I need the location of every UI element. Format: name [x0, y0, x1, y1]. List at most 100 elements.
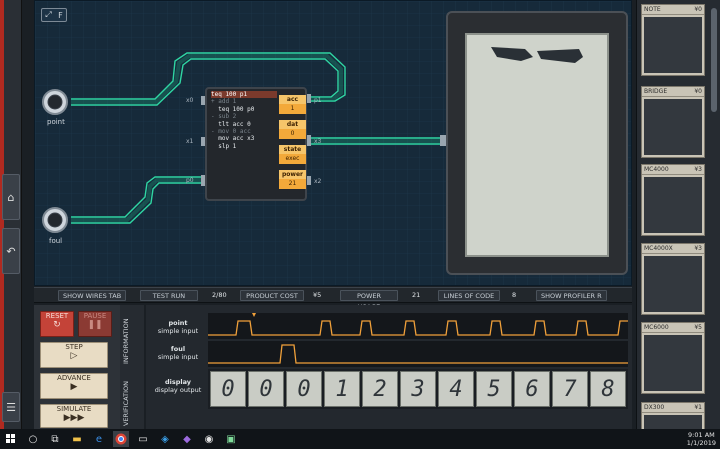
signal-name-point: point	[168, 319, 188, 327]
part-cost: ¥0	[694, 88, 702, 95]
signal-label-point: point simple input	[150, 319, 206, 335]
part-name: MC4000X	[644, 245, 673, 252]
lines-of-code-value: 8	[512, 291, 517, 299]
file-explorer-icon[interactable]: ▬	[69, 431, 85, 447]
code-line[interactable]: slp 1	[211, 143, 277, 150]
step-button[interactable]: STEP ▷	[40, 342, 108, 368]
part-header: MC4000X ¥3	[642, 244, 704, 254]
part-cost: ¥0	[694, 6, 702, 13]
signal-name-display: display	[164, 378, 192, 386]
waveform-foul	[208, 341, 628, 367]
display-frame: 0	[210, 371, 246, 407]
display-digit: 8	[601, 376, 615, 402]
tab-information[interactable]: INFORMATION	[122, 311, 142, 371]
part-card-mc4000x[interactable]: MC4000X ¥3	[641, 243, 705, 315]
pause-button[interactable]: PAUSE ❚❚	[78, 311, 112, 337]
code-line[interactable]: teq 100 p1	[211, 91, 277, 99]
display-frame: 7	[552, 371, 588, 407]
tab-verification[interactable]: VERIFICATION	[122, 379, 142, 429]
vscode-icon[interactable]: ◈	[157, 431, 173, 447]
undo-button[interactable]: ↶	[2, 228, 20, 274]
simulate-button[interactable]: SIMULATE ▶▶▶	[40, 404, 108, 428]
show-profiler-button[interactable]: SHOW PROFILER R	[536, 290, 607, 301]
signal-type-point: simple input	[157, 327, 199, 335]
product-cost-value: ¥5	[313, 291, 322, 299]
power-usage-label: POWER USAGE	[340, 290, 398, 311]
step-label: STEP	[65, 343, 83, 351]
product-cost-text: PRODUCT COST	[246, 292, 298, 300]
display-digit: 4	[449, 376, 463, 402]
waveform-point-svg	[208, 313, 628, 336]
part-header: NOTE ¥0	[642, 5, 704, 15]
chrome-icon[interactable]	[113, 431, 129, 447]
part-name: BRIDGE	[644, 88, 668, 95]
part-preview	[644, 256, 702, 312]
game-app-icon[interactable]: ▣	[223, 431, 239, 447]
pin-label-p1: p1	[314, 97, 322, 104]
display-device[interactable]	[446, 11, 628, 275]
windows-start-icon[interactable]	[3, 431, 19, 447]
part-card-bridge[interactable]: BRIDGE ¥0	[641, 86, 705, 158]
code-line[interactable]: + add 1	[211, 98, 277, 105]
home-icon: ⌂	[7, 190, 15, 204]
reset-icon: ↻	[53, 320, 61, 330]
code-line[interactable]: tlt acc 0	[211, 121, 277, 128]
expand-button[interactable]: ⤢ F	[41, 8, 67, 22]
left-sidebar: ⌂ ↶ ☰	[0, 0, 22, 429]
parts-scrollbar[interactable]	[711, 8, 717, 112]
show-profiler-key: R	[597, 292, 602, 300]
show-wires-button[interactable]: SHOW WIRES TAB	[58, 290, 127, 301]
lcd-screen	[465, 33, 609, 257]
lines-of-code-label: LINES OF CODE	[438, 290, 500, 301]
circuit-board[interactable]: ⤢ F point foul x0 x1 p0 p1 x3 x2 teq 100…	[34, 0, 632, 286]
part-card-mc4000[interactable]: MC4000 ¥3	[641, 164, 705, 236]
microcontroller-chip[interactable]: teq 100 p1 + add 1 teq 100 p0- sub 2 tlt …	[205, 87, 307, 201]
taskbar: ○ ⧉ ▬ e ▭ ◈ ◆ ◉ ▣ 9:01 AM 1/1/2019	[0, 429, 720, 449]
system-clock[interactable]: 9:01 AM 1/1/2019	[687, 431, 716, 447]
display-digit: 7	[563, 376, 577, 402]
edge-icon[interactable]: e	[91, 431, 107, 447]
test-run-text: TEST RUN	[152, 292, 186, 300]
menu-button[interactable]: ☰	[2, 392, 20, 422]
home-button[interactable]: ⌂	[2, 174, 20, 220]
waveform-point-line	[208, 320, 628, 336]
register-acc-name: acc	[279, 95, 306, 104]
clock-time: 9:01 AM	[688, 431, 715, 439]
display-frame: 3	[400, 371, 436, 407]
display-digit: 3	[411, 376, 425, 402]
code-line[interactable]: - sub 2	[211, 113, 277, 120]
code-line[interactable]: teq 100 p0	[211, 106, 277, 113]
reset-label: RESET	[45, 312, 69, 320]
task-view-icon[interactable]: ⧉	[47, 431, 63, 447]
parts-panel: NOTE ¥0 BRIDGE ¥0 MC4000 ¥3 MC4000X ¥3 MC6000 ¥5 D…	[636, 0, 720, 442]
code-line[interactable]: - mov 0 acc	[211, 128, 277, 135]
port-point[interactable]	[42, 89, 68, 115]
display-frame: 6	[514, 371, 550, 407]
step-icon: ▷	[70, 351, 78, 361]
register-power-name: power	[279, 170, 306, 179]
signal-type-display: display output	[154, 386, 202, 394]
product-cost-label: PRODUCT COST	[240, 290, 304, 301]
part-card-mc6000[interactable]: MC6000 ¥5	[641, 322, 705, 394]
show-wires-label: SHOW WIRES	[63, 292, 107, 300]
advance-label: ADVANCE	[57, 374, 91, 382]
reset-button[interactable]: RESET ↻	[40, 311, 74, 337]
visual-studio-icon[interactable]: ◆	[179, 431, 195, 447]
search-icon[interactable]: ○	[25, 431, 41, 447]
show-profiler-label: SHOW PROFILER	[541, 292, 596, 300]
steam-icon[interactable]: ◉	[201, 431, 217, 447]
pin-label-p0: p0	[186, 177, 194, 184]
chat-icon[interactable]: ▭	[135, 431, 151, 447]
part-card-note[interactable]: NOTE ¥0	[641, 4, 705, 76]
playhead-icon	[252, 313, 256, 317]
register-power-value: 21	[279, 179, 306, 189]
display-digit: 1	[335, 376, 349, 402]
code-editor[interactable]: teq 100 p1 + add 1 teq 100 p0- sub 2 tlt …	[211, 91, 277, 150]
register-acc-value: 1	[279, 104, 306, 114]
register-power: power 21	[279, 170, 306, 189]
advance-button[interactable]: ADVANCE ▶	[40, 373, 108, 399]
code-line[interactable]: mov acc x3	[211, 135, 277, 142]
simulation-controls: RESET ↻ PAUSE ❚❚ STEP ▷ ADVANCE ▶ SIMULA…	[34, 305, 120, 429]
port-foul[interactable]	[42, 207, 68, 233]
register-state: state exec	[279, 145, 306, 164]
